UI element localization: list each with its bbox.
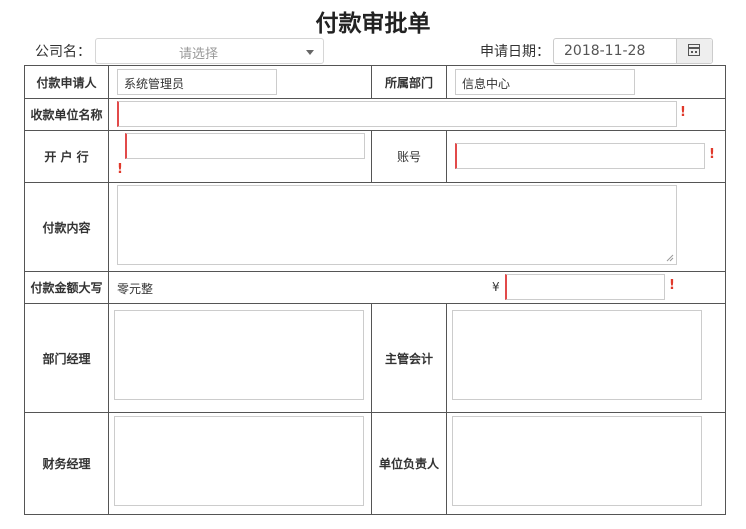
- row-bank: 开 户 行 ! 账号 !: [24, 130, 726, 183]
- applicant-value: 系统管理员: [124, 77, 185, 91]
- currency-symbol: ¥: [492, 280, 500, 294]
- row-content: 付款内容: [24, 182, 726, 272]
- chief-accountant-opinion[interactable]: [452, 310, 702, 400]
- dept-manager-cell: [108, 303, 372, 413]
- content-label: 付款内容: [24, 182, 109, 272]
- unit-head-cell: [446, 412, 726, 515]
- unit-head-opinion[interactable]: [452, 416, 702, 506]
- date-value: 2018-11-28: [564, 43, 646, 59]
- dept-manager-label: 部门经理: [24, 303, 109, 413]
- unit-head-label: 单位负责人: [371, 412, 447, 515]
- account-cell: !: [446, 130, 726, 183]
- bank-label: 开 户 行: [24, 130, 109, 183]
- account-required-mark: !: [709, 147, 715, 162]
- bank-input[interactable]: [125, 133, 365, 159]
- row-approval-1: 部门经理 主管会计: [24, 303, 726, 413]
- approval-form-table: 付款申请人 系统管理员 所属部门 信息中心 收款单位名称 ! 开 户 行 ! 账…: [24, 65, 726, 515]
- applicant-field[interactable]: 系统管理员: [117, 69, 277, 95]
- bank-cell: !: [108, 130, 372, 183]
- amount-required-mark: !: [669, 278, 675, 293]
- company-select-placeholder: 请选择: [178, 47, 218, 62]
- finance-manager-label: 财务经理: [24, 412, 109, 515]
- account-input[interactable]: [455, 143, 705, 169]
- company-select[interactable]: 请选择: [95, 38, 324, 64]
- content-textarea[interactable]: [117, 185, 677, 265]
- bank-required-mark: !: [117, 162, 123, 177]
- payee-required-mark: !: [680, 105, 686, 120]
- department-label: 所属部门: [371, 65, 447, 99]
- finance-manager-opinion[interactable]: [114, 416, 364, 506]
- calendar-icon: [688, 44, 700, 56]
- chief-accountant-label: 主管会计: [371, 303, 447, 413]
- resize-handle-icon[interactable]: [666, 254, 674, 262]
- payee-label: 收款单位名称: [24, 98, 109, 131]
- finance-manager-cell: [108, 412, 372, 515]
- chief-accountant-cell: [446, 303, 726, 413]
- row-applicant: 付款申请人 系统管理员 所属部门 信息中心: [24, 65, 726, 99]
- date-picker-button[interactable]: [676, 39, 712, 63]
- amount-cell: 零元整 ¥ !: [108, 271, 726, 304]
- row-approval-2: 财务经理 单位负责人: [24, 412, 726, 515]
- amount-input[interactable]: [505, 274, 665, 300]
- chevron-down-icon: [306, 50, 314, 55]
- date-label: 申请日期：: [480, 44, 550, 60]
- date-input[interactable]: 2018-11-28: [553, 38, 713, 64]
- row-payee: 收款单位名称 !: [24, 98, 726, 131]
- applicant-cell: 系统管理员: [108, 65, 372, 99]
- content-cell: [108, 182, 726, 272]
- page-title: 付款审批单: [315, 10, 431, 37]
- department-value: 信息中心: [462, 77, 511, 91]
- payee-input[interactable]: [117, 101, 677, 127]
- payee-cell: !: [108, 98, 726, 131]
- applicant-label: 付款申请人: [24, 65, 109, 99]
- dept-manager-opinion[interactable]: [114, 310, 364, 400]
- amount-upper-label: 付款金额大写: [24, 271, 109, 304]
- company-label: 公司名：: [35, 44, 91, 60]
- department-cell: 信息中心: [446, 65, 726, 99]
- account-label: 账号: [371, 130, 447, 183]
- department-field[interactable]: 信息中心: [455, 69, 635, 95]
- amount-upper-value: 零元整: [117, 282, 154, 296]
- row-amount: 付款金额大写 零元整 ¥ !: [24, 271, 726, 304]
